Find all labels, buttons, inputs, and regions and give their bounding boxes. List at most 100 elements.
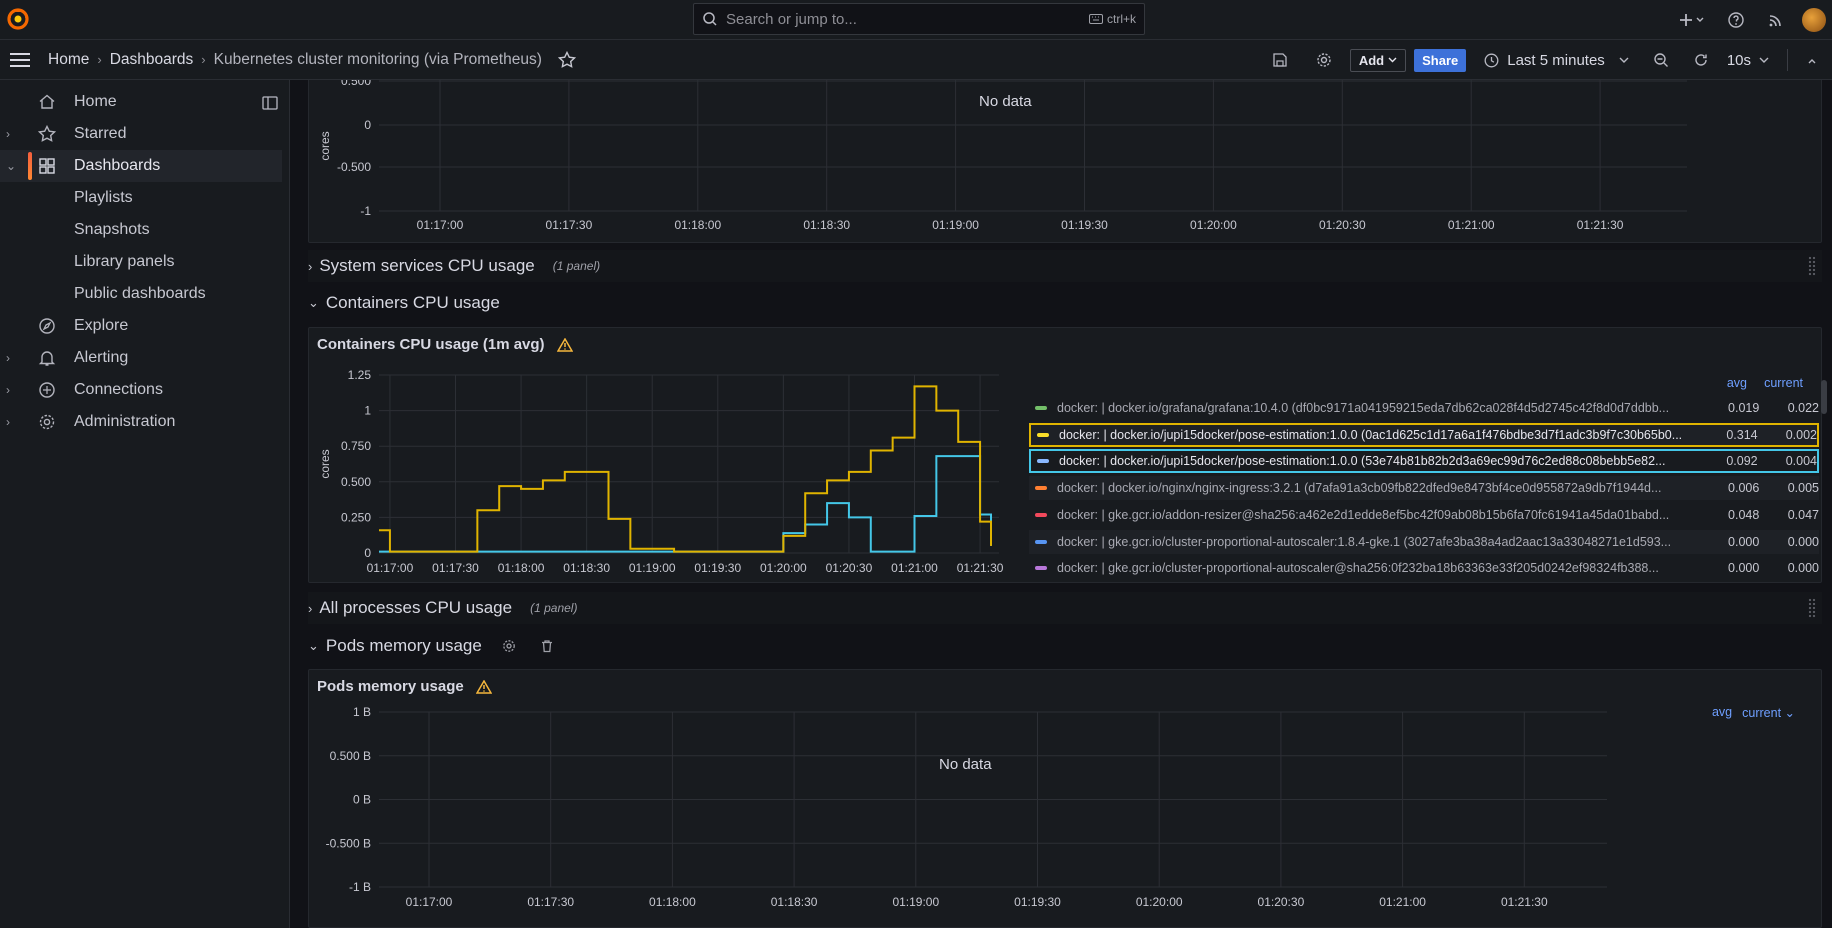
chevron-right-icon[interactable]: › [6, 127, 10, 141]
settings-icon[interactable] [1316, 52, 1332, 68]
pods-chart: 1 B 0.500 B 0 B -0.500 B -1 B 01:17:00 01:17:3… [326, 705, 1607, 909]
row-settings-icon[interactable] [502, 639, 516, 653]
chevron-right-icon[interactable]: › [6, 415, 10, 429]
dashboards-icon [39, 158, 55, 174]
legend-item[interactable]: docker: | docker.io/grafana/grafana:10.4… [1029, 396, 1819, 420]
save-icon[interactable] [1272, 52, 1288, 68]
panel-pods-memory: Pods memory usage 1 B 0.500 B0 B -0.500 B-… [308, 669, 1822, 928]
legend-current-value: 0.047 [1787, 507, 1819, 522]
x-tick-label: 01:20:30 [1258, 895, 1305, 909]
sidebar-item-starred[interactable]: › Starred [0, 118, 282, 150]
menu-toggle-button[interactable] [2, 40, 38, 80]
drag-handle-icon[interactable] [1808, 256, 1816, 276]
sidebar-item-label: Home [74, 93, 117, 110]
refresh-interval-picker[interactable]: 10s [1727, 52, 1769, 69]
y-tick-label: -0.500 [337, 160, 371, 174]
help-button[interactable] [1716, 0, 1756, 40]
legend-avg-header[interactable]: avg [1707, 376, 1747, 390]
x-tick-label: 01:17:30 [432, 561, 479, 575]
add-button-label: Add [1358, 52, 1385, 68]
legend-item[interactable]: docker: | docker.io/nginx/nginx-ingress:… [1029, 476, 1819, 501]
sidebar-item-explore[interactable]: Explore [0, 310, 282, 342]
dashboard-nav-bar: Home › Dashboards › Kubernetes cluster m… [0, 40, 1832, 80]
legend-scrollbar[interactable] [1821, 380, 1827, 414]
containers-chart: 0 0.250 0.500 0.750 1 1.25 01:17:00 01:17:30 01:… [318, 368, 1004, 575]
legend-swatch [1035, 406, 1047, 410]
legend-swatch [1037, 432, 1049, 437]
x-tick-label: 01:17:00 [417, 218, 464, 232]
row-containers[interactable]: ⌄ Containers CPU usage [308, 287, 1822, 319]
sidebar-item-administration[interactable]: › Administration [0, 406, 282, 438]
chevron-down-icon [1759, 57, 1769, 63]
x-tick-label: 01:20:00 [1190, 218, 1237, 232]
chevron-down-icon [1388, 57, 1397, 63]
breadcrumb-dashboards[interactable]: Dashboards [110, 51, 194, 69]
star-icon[interactable] [557, 50, 576, 69]
legend-avg-header[interactable]: avg [1712, 705, 1732, 720]
row-panel-count: (1 panel) [552, 259, 601, 273]
x-tick-label: 01:19:00 [932, 218, 979, 232]
grafana-logo-icon[interactable] [6, 7, 30, 31]
sidebar-item-dashboards[interactable]: ⌄ Dashboards [0, 150, 282, 182]
chevron-right-icon[interactable]: › [6, 383, 10, 397]
share-button[interactable]: Share [1414, 48, 1467, 72]
sidebar-item-label: Alerting [74, 349, 129, 366]
sidebar-item-connections[interactable]: › Connections [0, 374, 282, 406]
row-pods-memory[interactable]: ⌄ Pods memory usage [308, 630, 1822, 662]
legend-swatch [1035, 486, 1047, 491]
user-avatar[interactable] [1796, 0, 1832, 40]
sidebar-item-playlists[interactable]: Playlists [0, 182, 282, 214]
x-tick-label: 01:20:30 [826, 561, 873, 575]
sidebar-item-library-panels[interactable]: Library panels [0, 246, 282, 278]
chevron-right-icon[interactable]: › [6, 351, 10, 365]
add-button[interactable]: Add [1349, 48, 1407, 72]
page-title: Kubernetes cluster monitoring (via Prome… [213, 50, 542, 68]
chevron-down-icon[interactable]: ⌄ [6, 159, 16, 173]
collapse-toolbar-icon[interactable] [1806, 54, 1818, 66]
legend-item[interactable]: docker: | gke.gcr.io/cluster-proportiona… [1029, 529, 1819, 554]
sidebar-item-snapshots[interactable]: Snapshots [0, 214, 282, 246]
time-range-picker[interactable]: Last 5 minutes [1484, 52, 1629, 69]
new-menu-button[interactable] [1672, 0, 1712, 40]
breadcrumb-home[interactable]: Home [48, 51, 89, 69]
y-tick-label: -0.500 B [326, 836, 371, 850]
legend-item[interactable]: docker: | docker.io/jupi15docker/pose-es… [1029, 449, 1819, 474]
legend-avg-value: 0.006 [1728, 481, 1760, 496]
bell-icon [38, 351, 56, 366]
legend-series-name: docker: | docker.io/jupi15docker/pose-es… [1059, 454, 1666, 469]
x-tick-label: 01:21:00 [1379, 895, 1426, 909]
row-system-services[interactable]: › System services CPU usage (1 panel) [308, 250, 1822, 282]
breadcrumb-separator: › [201, 52, 206, 67]
x-tick-label: 01:19:30 [1061, 218, 1108, 232]
legend-current-header[interactable]: current ⌄ [1742, 705, 1795, 720]
legend-item[interactable]: docker: | gke.gcr.io/cluster-proportiona… [1029, 556, 1819, 580]
search-shortcut: ctrl+k [1088, 12, 1136, 26]
x-tick-label: 01:20:30 [1319, 218, 1366, 232]
search-input[interactable]: Search or jump to... ctrl+k [693, 3, 1145, 35]
legend-series-name: docker: | docker.io/grafana/grafana:10.4… [1057, 401, 1670, 415]
sidebar-item-label: Connections [74, 381, 163, 398]
divider [1787, 49, 1788, 71]
zoom-out-icon[interactable] [1653, 52, 1669, 68]
legend-series-name: docker: | gke.gcr.io/cluster-proportiona… [1057, 561, 1659, 576]
news-button[interactable] [1756, 0, 1796, 40]
legend-item[interactable]: docker: | docker.io/jupi15docker/pose-es… [1029, 422, 1819, 447]
sidebar-item-public-dashboards[interactable]: Public dashboards [0, 278, 282, 310]
sidebar-item-label: Snapshots [74, 221, 150, 238]
top-right-actions [1672, 0, 1832, 40]
drag-handle-icon[interactable] [1808, 598, 1816, 618]
star-icon [38, 125, 56, 142]
row-all-processes[interactable]: › All processes CPU usage (1 panel) [308, 592, 1822, 624]
x-tick-label: 01:18:30 [563, 561, 610, 575]
chevron-down-icon [1619, 57, 1629, 63]
legend-current-header[interactable]: current [1747, 376, 1803, 390]
rss-icon [1769, 15, 1781, 27]
sidebar-item-home[interactable]: Home [0, 86, 282, 118]
legend-item[interactable]: docker: | gke.gcr.io/addon-resizer@sha25… [1029, 503, 1819, 527]
refresh-icon[interactable] [1693, 52, 1709, 68]
sidebar-item-alerting[interactable]: › Alerting [0, 342, 282, 374]
x-tick-label: 01:21:00 [891, 561, 938, 575]
legend-swatch [1035, 512, 1047, 517]
trash-icon[interactable] [540, 639, 554, 653]
legend-current-value: 0.005 [1787, 481, 1819, 496]
